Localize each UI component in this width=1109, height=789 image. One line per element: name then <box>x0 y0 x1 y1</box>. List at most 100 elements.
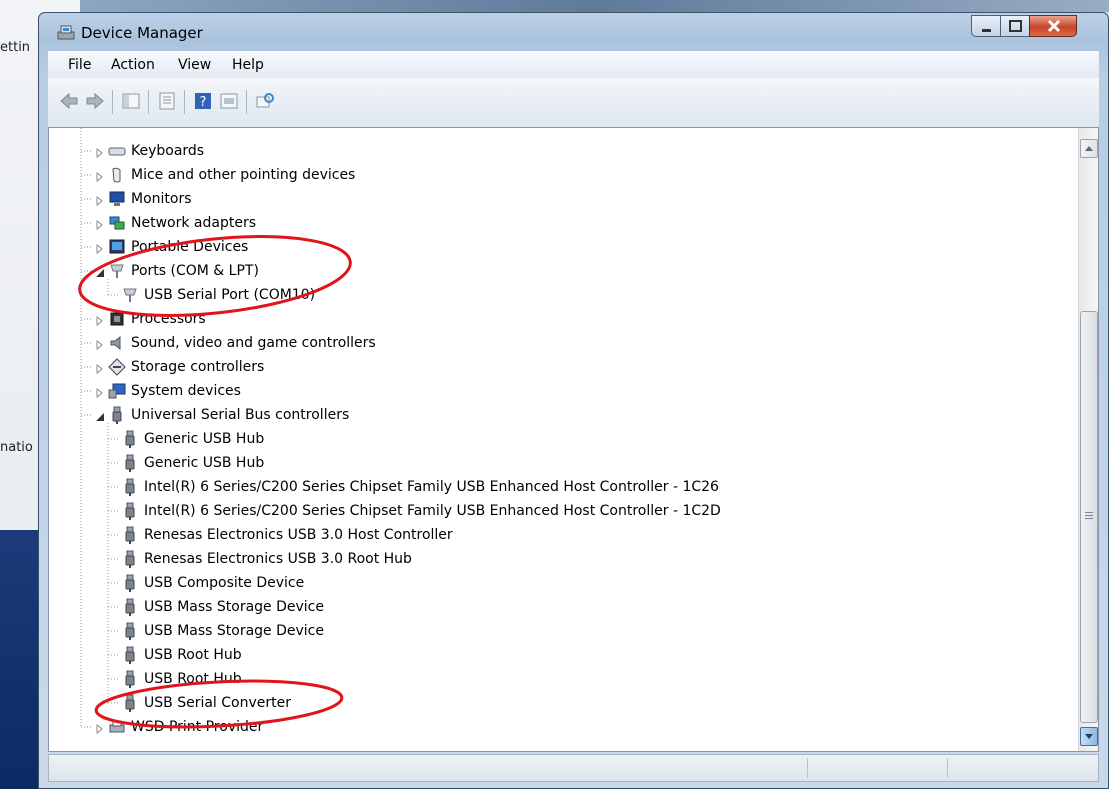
usb-icon <box>121 646 139 664</box>
tree-item-label: Processors <box>131 311 206 327</box>
scroll-down-button[interactable] <box>1080 727 1098 746</box>
expand-arrow-icon[interactable] <box>95 146 105 159</box>
tree-item-label: System devices <box>131 383 241 399</box>
port-icon <box>108 262 126 280</box>
usb-icon <box>121 430 139 448</box>
tree-child-item[interactable]: USB Root Hub <box>121 668 242 690</box>
title-bar[interactable]: Device Manager <box>39 13 1108 51</box>
tree-child-item[interactable]: USB Serial Converter <box>121 692 291 714</box>
expand-arrow-icon[interactable] <box>95 338 105 351</box>
close-icon <box>1047 19 1061 33</box>
vertical-scrollbar[interactable] <box>1078 128 1098 751</box>
usb-icon <box>108 406 126 424</box>
tree-child-item[interactable]: USB Mass Storage Device <box>121 620 324 642</box>
tree-category-item[interactable]: Monitors <box>95 188 192 210</box>
toolbar-separator <box>148 90 149 114</box>
tree-item-label: USB Serial Port (COM10) <box>144 287 316 303</box>
back-arrow-icon[interactable] <box>58 90 80 112</box>
tree-child-item[interactable]: USB Serial Port (COM10) <box>121 284 315 306</box>
device-tree[interactable]: Keyboards Mice and other pointing devices… <box>48 127 1099 752</box>
tree-category-item[interactable]: Portable Devices <box>95 236 248 258</box>
tree-category-item[interactable]: Storage controllers <box>95 356 264 378</box>
tree-item-label: USB Serial Converter <box>144 695 291 711</box>
collapse-arrow-icon[interactable] <box>95 266 105 277</box>
background-text: ettin <box>0 40 31 55</box>
properties-icon[interactable] <box>156 90 178 112</box>
forward-arrow-icon[interactable] <box>84 90 106 112</box>
network-icon <box>108 214 126 232</box>
tree-category-item[interactable]: WSD Print Provider <box>95 716 263 738</box>
toolbar: ? <box>48 78 1099 128</box>
tree-child-item[interactable]: Renesas Electronics USB 3.0 Root Hub <box>121 548 412 570</box>
tree-item-label: Portable Devices <box>131 239 249 255</box>
scroll-up-icon <box>1085 146 1093 151</box>
expand-arrow-icon[interactable] <box>95 314 105 327</box>
menu-action[interactable]: Action <box>111 57 155 73</box>
tree-item-label: Monitors <box>131 191 192 207</box>
tree-item-label: Intel(R) 6 Series/C200 Series Chipset Fa… <box>144 503 721 519</box>
tree-child-item[interactable]: Intel(R) 6 Series/C200 Series Chipset Fa… <box>121 500 721 522</box>
system-icon <box>108 382 126 400</box>
expand-arrow-icon[interactable] <box>95 722 105 735</box>
update-driver-icon[interactable] <box>218 90 240 112</box>
maximize-button[interactable] <box>1000 15 1030 37</box>
scroll-up-button[interactable] <box>1080 139 1098 158</box>
scan-hardware-icon[interactable] <box>254 90 276 112</box>
status-divider <box>947 758 948 778</box>
tree-category-item[interactable]: Sound, video and game controllers <box>95 332 376 354</box>
scroll-thumb[interactable] <box>1080 311 1098 723</box>
tree-category-item[interactable]: Ports (COM & LPT) <box>95 260 259 282</box>
tree-category-item[interactable]: System devices <box>95 380 241 402</box>
tree-item-label: USB Root Hub <box>144 647 242 663</box>
usb-icon <box>121 694 139 712</box>
tree-child-item[interactable]: USB Composite Device <box>121 572 304 594</box>
port-icon <box>121 286 139 304</box>
minimize-button[interactable] <box>971 15 1001 37</box>
expand-arrow-icon[interactable] <box>95 242 105 255</box>
tree-item-label: Renesas Electronics USB 3.0 Host Control… <box>144 527 453 543</box>
expand-arrow-icon[interactable] <box>95 194 105 207</box>
toolbar-separator <box>246 90 247 114</box>
collapse-arrow-icon[interactable] <box>95 410 105 421</box>
status-bar <box>48 754 1099 782</box>
tree-item-label: Network adapters <box>131 215 256 231</box>
scroll-grip <box>1085 518 1093 519</box>
tree-item-label: Keyboards <box>131 143 205 159</box>
show-hide-tree-icon[interactable] <box>120 90 142 112</box>
tree-item-label: Mice and other pointing devices <box>131 167 356 183</box>
tree-child-item[interactable]: Renesas Electronics USB 3.0 Host Control… <box>121 524 453 546</box>
tree-item-label: Generic USB Hub <box>144 431 265 447</box>
tree-child-item[interactable]: Generic USB Hub <box>121 428 264 450</box>
svg-text:?: ? <box>200 95 207 110</box>
tree-child-item[interactable]: Intel(R) 6 Series/C200 Series Chipset Fa… <box>121 476 719 498</box>
toolbar-separator <box>184 90 185 114</box>
menu-view[interactable]: View <box>178 57 211 73</box>
tree-category-item[interactable]: Keyboards <box>95 140 204 162</box>
tree-item-label: USB Composite Device <box>144 575 305 591</box>
usb-icon <box>121 550 139 568</box>
portable-device-icon <box>108 238 126 256</box>
tree-item-label: USB Mass Storage Device <box>144 599 324 615</box>
tree-child-item[interactable]: USB Mass Storage Device <box>121 596 324 618</box>
menu-file[interactable]: File <box>68 57 91 73</box>
tree-category-item[interactable]: Universal Serial Bus controllers <box>95 404 349 426</box>
close-button[interactable] <box>1029 15 1077 37</box>
menu-help[interactable]: Help <box>232 57 264 73</box>
usb-icon <box>121 670 139 688</box>
tree-child-item[interactable]: USB Root Hub <box>121 644 242 666</box>
help-icon[interactable]: ? <box>192 90 214 112</box>
expand-arrow-icon[interactable] <box>95 218 105 231</box>
usb-icon <box>121 526 139 544</box>
tree-category-item[interactable]: Processors <box>95 308 206 330</box>
expand-arrow-icon[interactable] <box>95 386 105 399</box>
tree-category-item[interactable]: Network adapters <box>95 212 256 234</box>
expand-arrow-icon[interactable] <box>95 170 105 183</box>
mouse-icon <box>108 166 126 184</box>
tree-category-item[interactable]: Mice and other pointing devices <box>95 164 355 186</box>
printer-icon <box>108 718 126 736</box>
tree-item-label: Storage controllers <box>131 359 265 375</box>
tree-child-item[interactable]: Generic USB Hub <box>121 452 264 474</box>
monitor-icon <box>108 190 126 208</box>
expand-arrow-icon[interactable] <box>95 362 105 375</box>
device-manager-window: Device Manager File Action View Help ? K… <box>38 12 1109 789</box>
